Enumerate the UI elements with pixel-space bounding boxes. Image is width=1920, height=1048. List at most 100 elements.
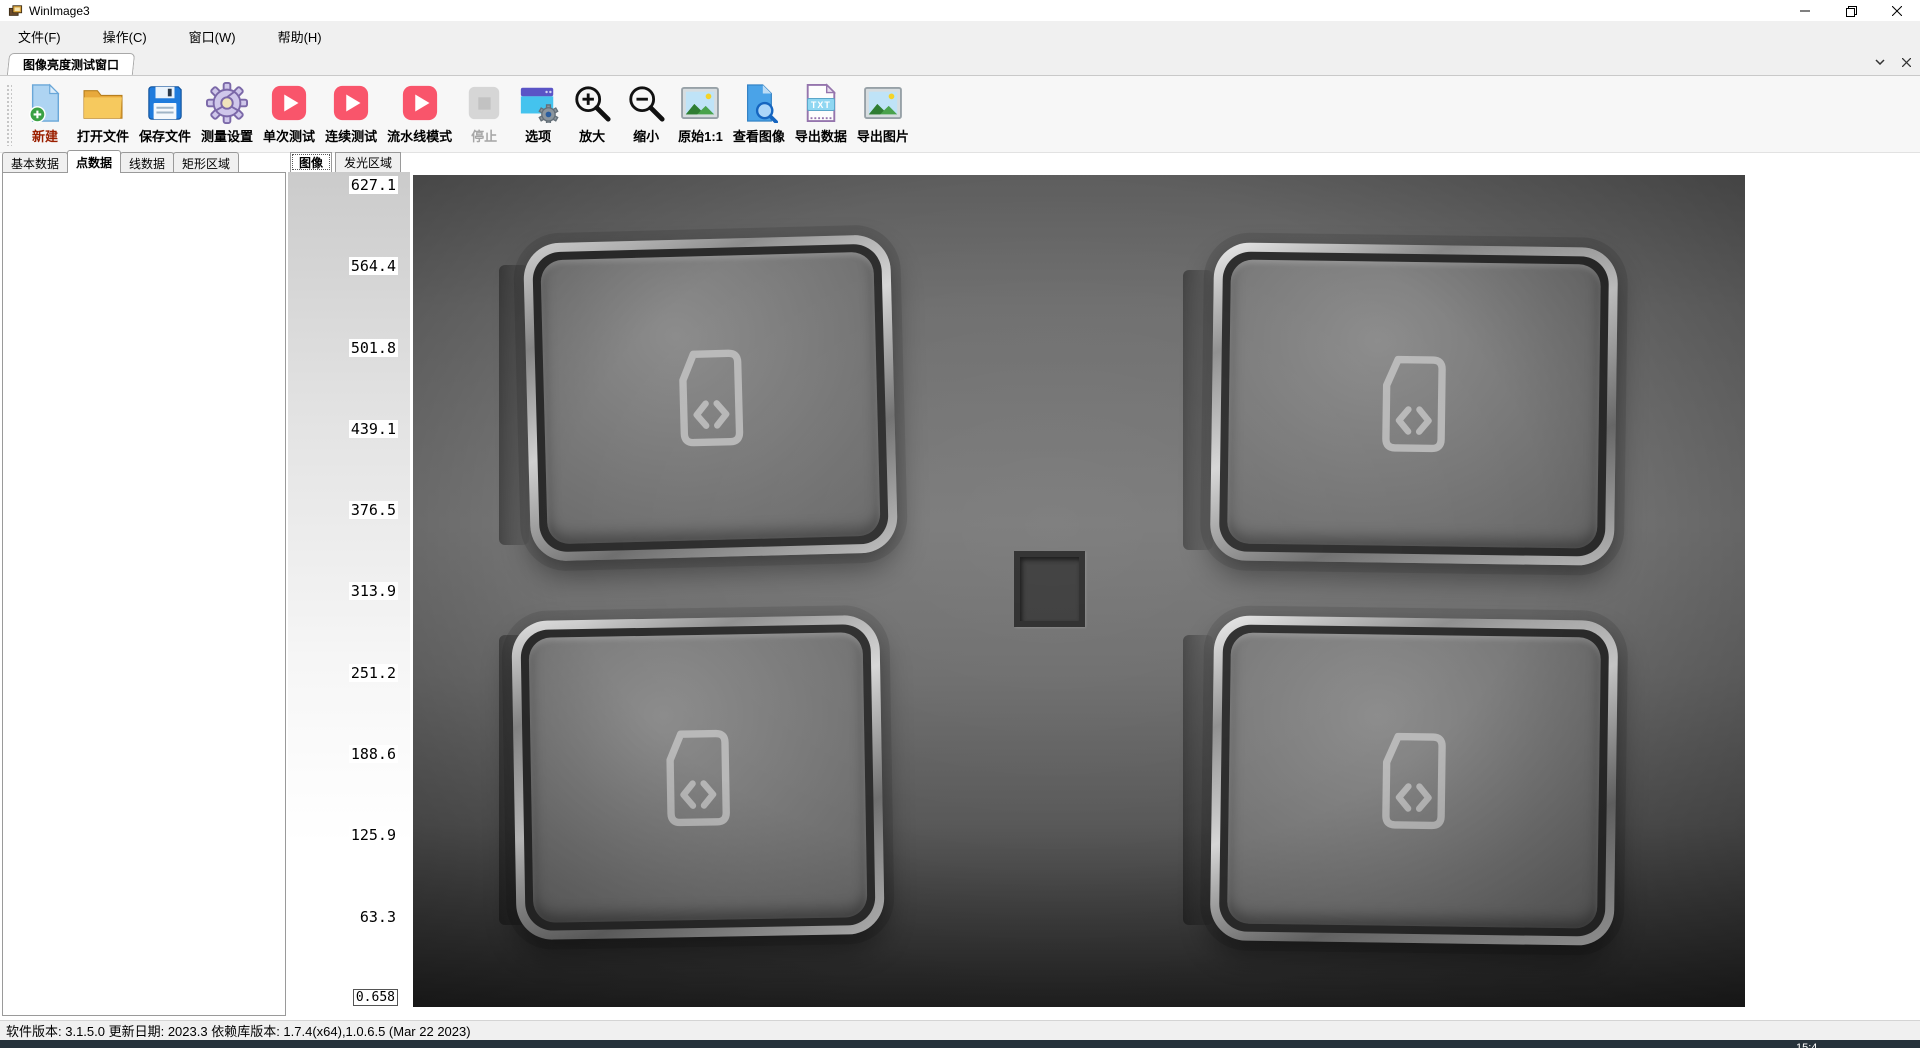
- stop-icon: [463, 82, 505, 124]
- title-bar: WinImage3: [0, 0, 1920, 22]
- toolbar-label: 缩小: [633, 126, 659, 145]
- options-window-gear-icon: [517, 82, 559, 124]
- image-icon: [862, 82, 904, 124]
- scale-label: 188.6: [349, 745, 398, 763]
- toolbar-label: 打开文件: [77, 126, 129, 145]
- gear-icon: [206, 82, 248, 124]
- measure-settings-button[interactable]: 测量设置: [196, 80, 258, 147]
- taskbar-clock: 15:4: [1796, 1042, 1817, 1048]
- clip-shadow: [1183, 270, 1213, 550]
- toolbar-gripper[interactable]: [6, 84, 12, 146]
- open-folder-icon: [82, 82, 124, 124]
- tab-rect-area[interactable]: 矩形区域: [173, 152, 239, 173]
- toolbar: 新建 打开文件 保存文件: [0, 76, 1920, 153]
- toolbar-label: 连续测试: [325, 126, 377, 145]
- status-bar: 软件版本: 3.1.5.0 更新日期: 2023.3 依赖库版本: 1.7.4(…: [0, 1020, 1920, 1040]
- zoom-out-button[interactable]: 缩小: [619, 80, 673, 147]
- switch-button-bottom-left: [511, 615, 885, 940]
- toolbar-label: 流水线模式: [387, 126, 452, 145]
- options-button[interactable]: 选项: [511, 80, 565, 147]
- window-switch-icon: [663, 345, 758, 451]
- menu-file[interactable]: 文件(F): [14, 25, 65, 48]
- save-file-button[interactable]: 保存文件: [134, 80, 196, 147]
- scale-label: 376.5: [349, 501, 398, 519]
- scale-label: 0.658: [353, 989, 398, 1006]
- tab-list-chevron-down-icon[interactable]: [1872, 54, 1888, 70]
- original-1to1-button[interactable]: 原始1:1: [673, 80, 728, 147]
- switch-button-top-right: [1210, 242, 1618, 566]
- data-panel-tabs: 基本数据 点数据 线数据 矩形区域: [2, 152, 238, 173]
- switch-button-bottom-right: [1210, 615, 1618, 946]
- app-icon: [8, 4, 23, 18]
- mounting-hole: [1014, 551, 1085, 627]
- close-button[interactable]: [1874, 0, 1920, 22]
- luminance-scale: 627.1 564.4 501.8 439.1 376.5 313.9 251.2 188.6…: [288, 172, 410, 1012]
- switch-button-top-left: [523, 234, 898, 561]
- toolbar-label: 导出数据: [795, 126, 847, 145]
- clip-shadow: [499, 635, 529, 925]
- toolbar-label: 新建: [32, 126, 58, 145]
- save-floppy-icon: [144, 82, 186, 124]
- menu-help[interactable]: 帮助(H): [274, 25, 326, 48]
- new-file-icon: [24, 82, 66, 124]
- restore-button[interactable]: [1828, 0, 1874, 22]
- play-icon: [399, 82, 441, 124]
- play-icon: [330, 82, 372, 124]
- scale-label: 627.1: [349, 176, 398, 194]
- play-icon: [268, 82, 310, 124]
- toolbar-label: 测量设置: [201, 126, 253, 145]
- zoom-out-icon: [625, 82, 667, 124]
- export-txt-icon: TXT: [800, 82, 842, 124]
- menu-operate[interactable]: 操作(C): [99, 25, 151, 48]
- menu-bar: 文件(F) 操作(C) 窗口(W) 帮助(H): [0, 22, 1920, 50]
- scale-label: 125.9: [349, 826, 398, 844]
- export-data-button[interactable]: TXT 导出数据: [790, 80, 852, 147]
- open-file-button[interactable]: 打开文件: [72, 80, 134, 147]
- window-switch-icon: [1367, 728, 1460, 833]
- toolbar-label: 导出图片: [857, 126, 909, 145]
- zoom-in-icon: [571, 82, 613, 124]
- tab-image-brightness-test[interactable]: 图像亮度测试窗口: [7, 53, 135, 75]
- taskbar-strip: 15:4: [0, 1040, 1920, 1048]
- new-button[interactable]: 新建: [18, 80, 72, 147]
- tab-luminous-area[interactable]: 发光区域: [335, 152, 401, 172]
- view-image-button[interactable]: 查看图像: [728, 80, 790, 147]
- scale-label: 313.9: [349, 582, 398, 600]
- scale-label: 251.2: [349, 664, 398, 682]
- clip-shadow: [499, 265, 529, 545]
- minimize-button[interactable]: [1782, 0, 1828, 22]
- stop-button[interactable]: 停止: [457, 80, 511, 147]
- tab-image-view[interactable]: 图像: [290, 152, 332, 172]
- single-test-button[interactable]: 单次测试: [258, 80, 320, 147]
- document-tab-strip: 图像亮度测试窗口: [0, 50, 1920, 76]
- toolbar-label: 选项: [525, 126, 551, 145]
- scale-label: 501.8: [349, 339, 398, 357]
- tab-close-icon[interactable]: [1898, 54, 1914, 70]
- toolbar-label: 查看图像: [733, 126, 785, 145]
- tab-point-data[interactable]: 点数据: [67, 150, 121, 173]
- point-data-panel: [2, 172, 286, 1016]
- zoom-in-button[interactable]: 放大: [565, 80, 619, 147]
- toolbar-label: 保存文件: [139, 126, 191, 145]
- version-info: 软件版本: 3.1.5.0 更新日期: 2023.3 依赖库版本: 1.7.4(…: [6, 1021, 471, 1040]
- captured-image[interactable]: [413, 175, 1745, 1007]
- tab-line-data[interactable]: 线数据: [120, 152, 174, 173]
- scale-label: 564.4: [349, 257, 398, 275]
- image-icon: [679, 82, 721, 124]
- scale-label: 63.3: [358, 908, 398, 926]
- export-image-button[interactable]: 导出图片: [852, 80, 914, 147]
- toolbar-label: 放大: [579, 126, 605, 145]
- scale-label: 439.1: [349, 420, 398, 438]
- menu-window[interactable]: 窗口(W): [185, 25, 240, 48]
- toolbar-label: 停止: [471, 126, 497, 145]
- view-image-icon: [738, 82, 780, 124]
- window-title: WinImage3: [29, 4, 90, 18]
- view-tabs: 图像 发光区域: [290, 152, 404, 172]
- clip-shadow: [1183, 635, 1213, 925]
- pipeline-mode-button[interactable]: 流水线模式: [382, 80, 457, 147]
- toolbar-label: 原始1:1: [678, 126, 723, 145]
- window-switch-icon: [651, 725, 745, 831]
- continuous-test-button[interactable]: 连续测试: [320, 80, 382, 147]
- tab-basic-data[interactable]: 基本数据: [2, 152, 68, 173]
- txt-badge: TXT: [807, 98, 835, 111]
